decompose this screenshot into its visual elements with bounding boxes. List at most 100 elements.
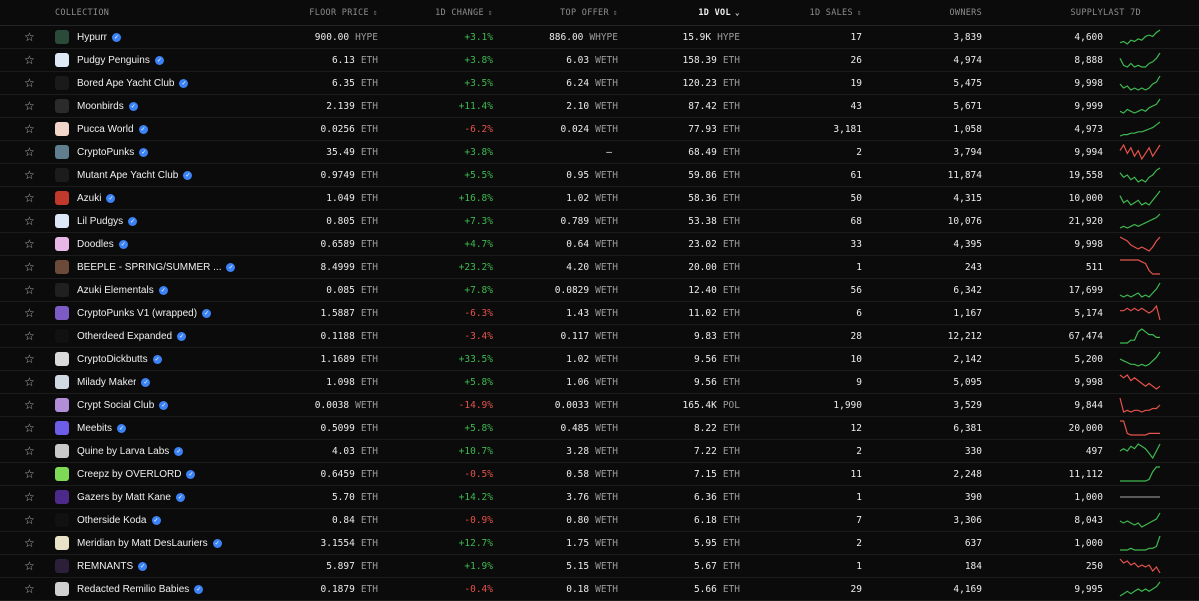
star-icon[interactable]: ☆ <box>24 30 35 44</box>
collection-cell[interactable]: CryptoPunks V1 (wrapped) ✓ <box>55 306 250 320</box>
collection-name[interactable]: Pudgy Penguins <box>77 55 150 66</box>
collection-cell[interactable]: Otherside Koda ✓ <box>55 513 250 527</box>
table-row[interactable]: ☆ Hypurr ✓ 900.00 HYPE +3.1% 886.00 WHYPE 15.9K H… <box>0 26 1199 49</box>
star-icon[interactable]: ☆ <box>24 536 35 550</box>
table-row[interactable]: ☆ Mutant Ape Yacht Club ✓ 0.9749 ETH +5.5% 0.9… <box>0 164 1199 187</box>
table-row[interactable]: ☆ Doodles ✓ 0.6589 ETH +4.7% 0.64 WETH 23.02 ETH 3… <box>0 233 1199 256</box>
collection-cell[interactable]: Hypurr ✓ <box>55 30 250 44</box>
collection-cell[interactable]: Mutant Ape Yacht Club ✓ <box>55 168 250 182</box>
header-supply[interactable]: SUPPLY <box>982 8 1103 18</box>
collection-name[interactable]: Meebits <box>77 423 112 434</box>
collection-cell[interactable]: Pudgy Penguins ✓ <box>55 53 250 67</box>
collection-cell[interactable]: Redacted Remilio Babies ✓ <box>55 582 250 596</box>
table-row[interactable]: ☆ Otherdeed Expanded ✓ 0.1188 ETH -3.4% 0.117 W… <box>0 325 1199 348</box>
collection-cell[interactable]: Meebits ✓ <box>55 421 250 435</box>
star-icon[interactable]: ☆ <box>24 99 35 113</box>
collection-name[interactable]: Azuki Elementals <box>77 285 154 296</box>
table-row[interactable]: ☆ Azuki ✓ 1.049 ETH +16.8% 1.02 WETH 58.36 ETH 50 4… <box>0 187 1199 210</box>
table-row[interactable]: ☆ Lil Pudgys ✓ 0.805 ETH +7.3% 0.789 WETH 53.38 E… <box>0 210 1199 233</box>
collection-cell[interactable]: BEEPLE - SPRING/SUMMER ... ✓ <box>55 260 250 274</box>
collection-cell[interactable]: Creepz by OVERLORD ✓ <box>55 467 250 481</box>
table-row[interactable]: ☆ CryptoPunks ✓ 35.49 ETH +3.8% — 68.49 ETH 2 3,79… <box>0 141 1199 164</box>
collection-cell[interactable]: Moonbirds ✓ <box>55 99 250 113</box>
collection-cell[interactable]: Azuki Elementals ✓ <box>55 283 250 297</box>
collection-name[interactable]: CryptoDickbutts <box>77 354 148 365</box>
collection-name[interactable]: CryptoPunks V1 (wrapped) <box>77 308 197 319</box>
collection-name[interactable]: Milady Maker <box>77 377 136 388</box>
header-owners[interactable]: OWNERS <box>862 8 982 18</box>
collection-name[interactable]: Lil Pudgys <box>77 216 123 227</box>
collection-cell[interactable]: Quine by Larva Labs ✓ <box>55 444 250 458</box>
collection-name[interactable]: Crypt Social Club <box>77 400 154 411</box>
table-row[interactable]: ☆ Milady Maker ✓ 1.098 ETH +5.8% 1.06 WETH 9.56 E… <box>0 371 1199 394</box>
star-icon[interactable]: ☆ <box>24 421 35 435</box>
collection-cell[interactable]: Azuki ✓ <box>55 191 250 205</box>
collection-name[interactable]: Doodles <box>77 239 114 250</box>
star-icon[interactable]: ☆ <box>24 444 35 458</box>
collection-name[interactable]: Hypurr <box>77 32 107 43</box>
table-row[interactable]: ☆ Bored Ape Yacht Club ✓ 6.35 ETH +3.5% 6.24 WE… <box>0 72 1199 95</box>
collection-name[interactable]: Otherside Koda <box>77 515 147 526</box>
collection-name[interactable]: Creepz by OVERLORD <box>77 469 181 480</box>
star-icon[interactable]: ☆ <box>24 191 35 205</box>
collection-cell[interactable]: REMNANTS ✓ <box>55 559 250 573</box>
star-icon[interactable]: ☆ <box>24 214 35 228</box>
collection-name[interactable]: Mutant Ape Yacht Club <box>77 170 178 181</box>
table-row[interactable]: ☆ Pucca World ✓ 0.0256 ETH -6.2% 0.024 WETH 77.9… <box>0 118 1199 141</box>
table-row[interactable]: ☆ Quine by Larva Labs ✓ 4.03 ETH +10.7% 3.28 WE… <box>0 440 1199 463</box>
header-1d-vol[interactable]: 1D VOL ⌄ <box>618 8 740 18</box>
header-1d-sales[interactable]: 1D SALES ⇕ <box>740 8 862 18</box>
collection-name[interactable]: REMNANTS <box>77 561 133 572</box>
table-row[interactable]: ☆ Creepz by OVERLORD ✓ 0.6459 ETH -0.5% 0.58 WE… <box>0 463 1199 486</box>
table-row[interactable]: ☆ CryptoDickbutts ✓ 1.1689 ETH +33.5% 1.02 WETH… <box>0 348 1199 371</box>
star-icon[interactable]: ☆ <box>24 145 35 159</box>
collection-cell[interactable]: Otherdeed Expanded ✓ <box>55 329 250 343</box>
star-icon[interactable]: ☆ <box>24 490 35 504</box>
header-floor-price[interactable]: FLOOR PRICE ⇕ <box>250 8 378 18</box>
collection-cell[interactable]: Lil Pudgys ✓ <box>55 214 250 228</box>
header-1d-change[interactable]: 1D CHANGE ⇕ <box>378 8 493 18</box>
collection-cell[interactable]: Bored Ape Yacht Club ✓ <box>55 76 250 90</box>
header-top-offer[interactable]: TOP OFFER ⇕ <box>493 8 618 18</box>
table-row[interactable]: ☆ Crypt Social Club ✓ 0.0038 WETH -14.9% 0.003… <box>0 394 1199 417</box>
collection-cell[interactable]: Milady Maker ✓ <box>55 375 250 389</box>
table-row[interactable]: ☆ CryptoPunks V1 (wrapped) ✓ 1.5887 ETH -6.3%… <box>0 302 1199 325</box>
collection-name[interactable]: Gazers by Matt Kane <box>77 492 171 503</box>
collection-cell[interactable]: Meridian by Matt DesLauriers ✓ <box>55 536 250 550</box>
collection-cell[interactable]: Doodles ✓ <box>55 237 250 251</box>
star-icon[interactable]: ☆ <box>24 375 35 389</box>
table-row[interactable]: ☆ Meridian by Matt DesLauriers ✓ 3.1554 ETH +… <box>0 532 1199 555</box>
collection-cell[interactable]: Pucca World ✓ <box>55 122 250 136</box>
star-icon[interactable]: ☆ <box>24 582 35 596</box>
star-icon[interactable]: ☆ <box>24 467 35 481</box>
collection-name[interactable]: Bored Ape Yacht Club <box>77 78 174 89</box>
star-icon[interactable]: ☆ <box>24 352 35 366</box>
collection-name[interactable]: Pucca World <box>77 124 134 135</box>
star-icon[interactable]: ☆ <box>24 398 35 412</box>
table-row[interactable]: ☆ Gazers by Matt Kane ✓ 5.70 ETH +14.2% 3.76 WE… <box>0 486 1199 509</box>
header-collection[interactable]: COLLECTION <box>55 8 250 18</box>
collection-cell[interactable]: CryptoDickbutts ✓ <box>55 352 250 366</box>
star-icon[interactable]: ☆ <box>24 329 35 343</box>
table-row[interactable]: ☆ Azuki Elementals ✓ 0.085 ETH +7.8% 0.0829 WET… <box>0 279 1199 302</box>
star-icon[interactable]: ☆ <box>24 283 35 297</box>
collection-cell[interactable]: CryptoPunks ✓ <box>55 145 250 159</box>
collection-name[interactable]: Otherdeed Expanded <box>77 331 172 342</box>
table-row[interactable]: ☆ Pudgy Penguins ✓ 6.13 ETH +3.8% 6.03 WETH 158.… <box>0 49 1199 72</box>
table-row[interactable]: ☆ REMNANTS ✓ 5.897 ETH +1.9% 5.15 WETH 5.67 ETH 1 1… <box>0 555 1199 578</box>
star-icon[interactable]: ☆ <box>24 237 35 251</box>
table-row[interactable]: ☆ BEEPLE - SPRING/SUMMER ... ✓ 8.4999 ETH +23… <box>0 256 1199 279</box>
star-icon[interactable]: ☆ <box>24 168 35 182</box>
collection-name[interactable]: BEEPLE - SPRING/SUMMER ... <box>77 262 221 273</box>
collection-name[interactable]: CryptoPunks <box>77 147 134 158</box>
collection-cell[interactable]: Gazers by Matt Kane ✓ <box>55 490 250 504</box>
star-icon[interactable]: ☆ <box>24 260 35 274</box>
star-icon[interactable]: ☆ <box>24 559 35 573</box>
star-icon[interactable]: ☆ <box>24 306 35 320</box>
table-row[interactable]: ☆ Redacted Remilio Babies ✓ 0.1879 ETH -0.4% 0… <box>0 578 1199 601</box>
table-row[interactable]: ☆ Meebits ✓ 0.5099 ETH +5.8% 0.485 WETH 8.22 ETH 1… <box>0 417 1199 440</box>
star-icon[interactable]: ☆ <box>24 76 35 90</box>
star-icon[interactable]: ☆ <box>24 53 35 67</box>
star-icon[interactable]: ☆ <box>24 122 35 136</box>
star-icon[interactable]: ☆ <box>24 513 35 527</box>
